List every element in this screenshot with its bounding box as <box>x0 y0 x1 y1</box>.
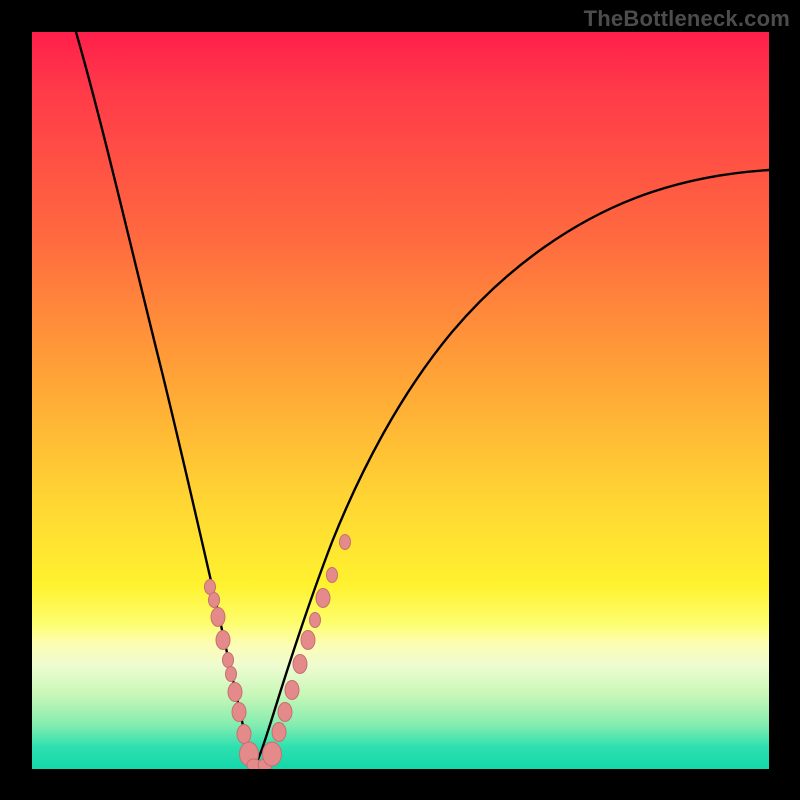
plot-area <box>32 32 769 769</box>
outer-frame: TheBottleneck.com <box>0 0 800 800</box>
bead-right-6 <box>301 631 315 650</box>
bead-left-6 <box>226 667 237 682</box>
bead-right-10 <box>340 535 351 550</box>
bead-right-4 <box>285 681 299 700</box>
bead-right-7 <box>310 613 321 628</box>
curve-layer <box>32 32 769 769</box>
bead-right-8 <box>316 589 330 608</box>
bead-left-4 <box>216 631 230 650</box>
watermark-text: TheBottleneck.com <box>584 6 790 32</box>
bead-left-9 <box>237 725 251 744</box>
bead-left-2 <box>209 593 220 608</box>
bead-right-3 <box>278 703 292 722</box>
bead-right-2 <box>272 723 286 742</box>
bead-right-1 <box>263 742 282 766</box>
bead-left-7 <box>228 683 242 702</box>
bead-right-5 <box>293 655 307 674</box>
curve-right-branch <box>254 170 769 767</box>
bead-right-9 <box>327 568 338 583</box>
bead-left-5 <box>223 653 234 668</box>
bead-left-8 <box>232 703 246 722</box>
bead-left-3 <box>211 608 225 627</box>
